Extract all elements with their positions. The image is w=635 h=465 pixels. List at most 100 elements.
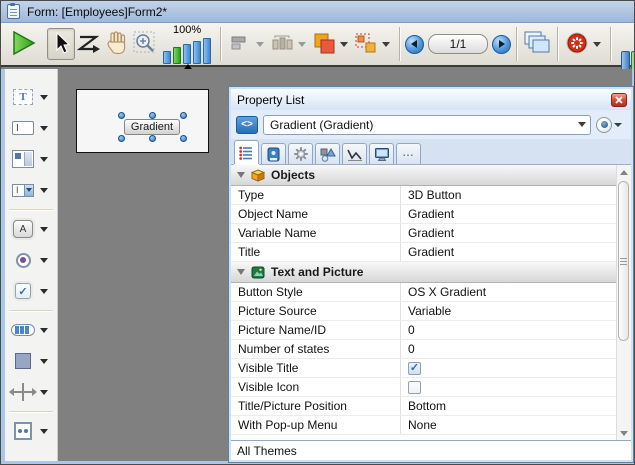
property-value[interactable]: 3D Button [401,186,616,204]
sidebar-tool-tab-control[interactable] [5,315,57,345]
zoom-level-control[interactable]: 100% [163,25,211,64]
property-row-picture-name-id[interactable]: Picture Name/ID 0 [231,321,616,340]
property-value[interactable]: Gradient [401,224,616,242]
selection-handle[interactable] [149,135,156,142]
tab-control-tool-caret-icon[interactable] [40,328,48,333]
form-canvas[interactable]: Gradient [76,89,209,153]
visible-icon-checkbox[interactable] [408,381,421,394]
collapse-triangle-icon[interactable] [237,172,245,178]
group-menu-caret-icon[interactable] [382,42,390,47]
selection-handle[interactable] [180,112,187,119]
property-row-title-picture-position[interactable]: Title/Picture Position Bottom [231,397,616,416]
property-value[interactable]: OS X Gradient [401,283,616,301]
object-navigator-button[interactable]: <> [236,116,258,134]
selection-handle[interactable] [149,112,156,119]
distribute-menu-button[interactable] [268,28,296,60]
scroll-down-icon[interactable] [617,426,631,440]
sidebar-tool-text[interactable]: T [5,82,57,112]
zoom-tool-button[interactable] [131,28,159,60]
radio-tool-caret-icon[interactable] [40,258,48,263]
gradient-3d-button[interactable]: Gradient [124,119,180,135]
checkbox-tool-caret-icon[interactable] [40,289,48,294]
pan-tool-button[interactable] [103,28,131,60]
sidebar-tool-listbox[interactable] [5,144,57,174]
scroll-up-icon[interactable] [617,165,631,179]
property-list-titlebar[interactable]: Property List [231,89,631,110]
visible-title-checkbox[interactable] [408,362,421,375]
selection-handle[interactable] [118,112,125,119]
next-page-button[interactable] [492,35,511,54]
sidebar-tool-rectangle[interactable] [5,346,57,376]
close-button[interactable] [611,93,627,107]
property-value[interactable]: Bottom [401,397,616,415]
sidebar-tool-splitter[interactable] [5,377,57,407]
tab-action[interactable] [288,143,313,164]
sidebar-tool-plugin[interactable] [5,416,57,446]
tab-events[interactable] [342,143,367,164]
sidebar-tool-checkbox[interactable]: ✓ [5,276,57,306]
property-row-button-style[interactable]: Button Style OS X Gradient [231,283,616,302]
object-selector-dropdown[interactable]: Gradient (Gradient) [263,115,591,135]
title-bar[interactable]: Form: [Employees]Form2* [1,1,634,23]
zoom-bar-200[interactable] [183,44,191,64]
section-objects[interactable]: Objects [231,165,616,186]
property-row-number-of-states[interactable]: Number of states 0 [231,340,616,359]
form-pages-button[interactable] [522,28,552,60]
property-grid-scrollbar[interactable] [616,165,631,440]
align-menu-button[interactable] [226,28,254,60]
property-row-visible-title[interactable]: Visible Title [231,359,616,378]
sidebar-tool-combobox[interactable]: I [5,175,57,205]
property-row-picture-source[interactable]: Picture Source Variable [231,302,616,321]
property-value[interactable]: Gradient [401,205,616,223]
property-row-type[interactable]: Type 3D Button [231,186,616,205]
property-row-variable-name[interactable]: Variable Name Gradient [231,224,616,243]
listbox-tool-caret-icon[interactable] [40,157,48,162]
combobox-tool-caret-icon[interactable] [40,188,48,193]
property-value[interactable]: Gradient [401,243,616,261]
pointer-tool-button[interactable] [47,28,75,60]
zoom-bar-800[interactable] [203,38,211,64]
view-options-button[interactable] [596,117,626,133]
entry-order-button[interactable] [75,28,103,60]
themes-footer[interactable]: All Themes [231,440,631,460]
preferences-menu-button[interactable] [563,28,591,60]
level-menu-button[interactable] [310,28,338,60]
tab-coordinates[interactable] [315,143,340,164]
property-row-with-popup-menu[interactable]: With Pop-up Menu None [231,416,616,435]
distribute-menu-caret-icon[interactable] [298,42,306,47]
preferences-menu-caret-icon[interactable] [593,42,601,47]
sidebar-tool-input[interactable]: I [5,113,57,143]
property-value[interactable]: None [401,416,616,434]
collapse-triangle-icon[interactable] [237,269,245,275]
property-value[interactable]: 0 [401,340,616,358]
button-tool-caret-icon[interactable] [40,227,48,232]
rectangle-tool-caret-icon[interactable] [40,359,48,364]
property-row-title[interactable]: Title Gradient [231,243,616,262]
property-row-visible-icon[interactable]: Visible Icon [231,378,616,397]
tab-objects[interactable] [261,143,286,164]
align-menu-caret-icon[interactable] [256,42,264,47]
property-value[interactable]: Variable [401,302,616,320]
sidebar-tool-button[interactable]: A [5,214,57,244]
splitter-tool-caret-icon[interactable] [40,390,48,395]
execute-form-button[interactable] [9,28,37,60]
zoom-bars[interactable] [163,37,211,64]
previous-page-button[interactable] [405,35,424,54]
text-tool-caret-icon[interactable] [40,95,48,100]
zoom-bar-400[interactable] [193,41,201,64]
sidebar-tool-radio[interactable] [5,245,57,275]
zoom-bar-50[interactable] [163,51,171,64]
tab-all-properties[interactable] [234,140,259,164]
level-menu-caret-icon[interactable] [340,42,348,47]
selection-handle[interactable] [180,135,187,142]
view-options-caret-icon[interactable] [614,123,622,127]
section-text-and-picture[interactable]: Text and Picture [231,262,616,283]
tab-more[interactable]: ... [396,143,421,164]
scrollbar-thumb[interactable] [618,181,629,341]
plugin-tool-caret-icon[interactable] [40,429,48,434]
group-menu-button[interactable] [352,28,380,60]
zoom-bar-100-selected[interactable] [173,47,181,64]
tab-display[interactable] [369,143,394,164]
property-row-object-name[interactable]: Object Name Gradient [231,205,616,224]
input-tool-caret-icon[interactable] [40,126,48,131]
